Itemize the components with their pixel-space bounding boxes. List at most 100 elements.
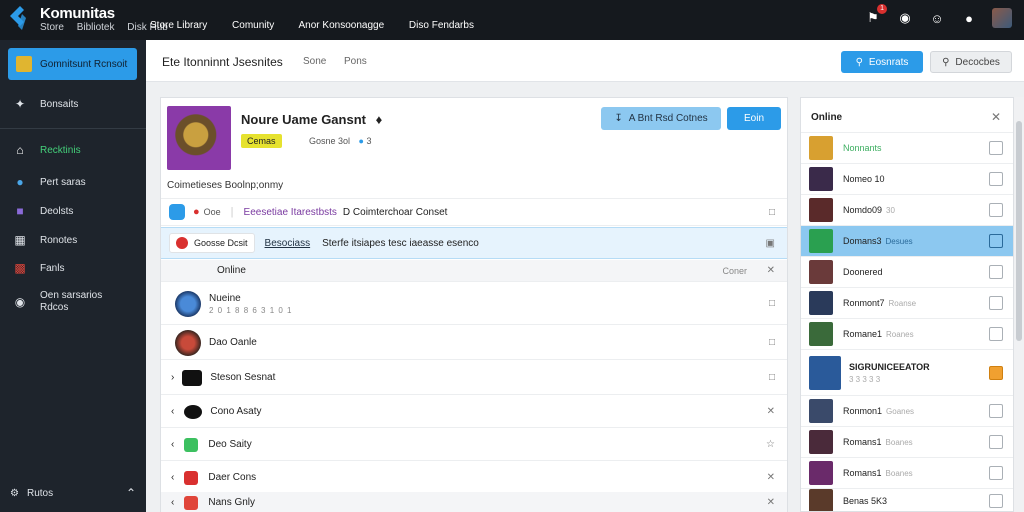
close-icon[interactable]: ✕ bbox=[991, 110, 1001, 124]
row-link[interactable]: Eeesetiae Itarestbsts bbox=[244, 207, 337, 218]
scrollbar[interactable] bbox=[1014, 97, 1024, 512]
tab-sone[interactable]: Sone bbox=[303, 56, 326, 67]
warning-icon[interactable] bbox=[989, 365, 1003, 380]
player-badge bbox=[184, 437, 199, 452]
subnav-library[interactable]: Bibliotek bbox=[77, 22, 115, 33]
list-item[interactable]: Nomeo 10 bbox=[801, 163, 1013, 194]
checkbox[interactable] bbox=[989, 466, 1003, 480]
checkbox[interactable] bbox=[989, 172, 1003, 186]
subnav-store[interactable]: Store bbox=[40, 22, 64, 33]
chevron-right-icon[interactable]: › bbox=[171, 372, 174, 383]
page-header: Ete Itonninnt Jsesnites Sone Pons ⚲ Eosn… bbox=[146, 40, 1024, 82]
player-row[interactable]: › Steson Sesnat □ bbox=[161, 361, 787, 395]
list-item[interactable]: Ronmon1 Goanes bbox=[801, 395, 1013, 426]
copy-icon[interactable]: □ bbox=[769, 337, 775, 348]
list-item[interactable]: Romans1 Boanes bbox=[801, 457, 1013, 488]
player-name: Dao Oanle bbox=[209, 337, 257, 348]
close-icon[interactable]: ✕ bbox=[767, 497, 775, 508]
sidebar-item-fanls[interactable]: ▩ Fanls bbox=[0, 260, 146, 276]
game-tag[interactable]: Cemas bbox=[241, 134, 282, 148]
server-pill[interactable]: Goosse Dcsit bbox=[169, 233, 255, 253]
list-item[interactable]: Ronmont7 Roanse bbox=[801, 287, 1013, 318]
chat-icon[interactable]: ● bbox=[960, 9, 978, 27]
sidebar-item-bonsaits[interactable]: ✦ Bonsaits bbox=[0, 96, 146, 112]
logo-icon[interactable] bbox=[6, 4, 34, 32]
sort-icon[interactable]: ✕ bbox=[767, 265, 775, 276]
nav-community[interactable]: Comunity bbox=[232, 20, 274, 31]
copy-icon[interactable]: □ bbox=[769, 207, 775, 218]
header-secondary-button[interactable]: ⚲ Decocbes bbox=[930, 51, 1012, 73]
item-sub: Boanes bbox=[885, 437, 913, 447]
sidebar-item-recktinis[interactable]: ⌂ Recktinis bbox=[0, 142, 146, 158]
player-row[interactable]: Dao Oanle □ bbox=[161, 326, 787, 360]
game-join-button[interactable]: Eoin bbox=[727, 107, 781, 130]
chevron-left-icon[interactable]: ‹ bbox=[171, 406, 174, 417]
item-name: Benas 5K3 bbox=[843, 496, 888, 506]
player-row[interactable]: ‹ Deo Saity ☆ bbox=[161, 429, 787, 461]
player-row[interactable]: ‹ Daer Cons ✕ bbox=[161, 462, 787, 494]
sidebar-item-sarsarios[interactable]: ◉ Oen sarsarios Rdcos bbox=[0, 290, 146, 314]
list-item[interactable]: Nomdo09 30 bbox=[801, 194, 1013, 225]
game-thumb bbox=[809, 355, 841, 390]
sidebar-primary-button[interactable]: Gomnitsunt Rcnsoit bbox=[8, 48, 137, 80]
item-sub: Roanes bbox=[886, 329, 914, 339]
game-light-button[interactable]: ↧ A Bnt Rsd Cotnes bbox=[601, 107, 721, 130]
brand-name[interactable]: Komunitas bbox=[40, 5, 115, 22]
checkbox[interactable] bbox=[989, 494, 1003, 508]
game-cover[interactable] bbox=[167, 106, 231, 170]
sidebar-item-pert-saras[interactable]: ● Pert saras bbox=[0, 174, 146, 190]
list-item-featured[interactable]: SIGRUNICEEATOR 3 3 3 3 3 bbox=[801, 349, 1013, 395]
shield-icon[interactable]: ♦ bbox=[376, 112, 383, 127]
sidebar: Gomnitsunt Rcnsoit ✦ Bonsaits ⌂ Recktini… bbox=[0, 40, 146, 512]
nav-store-library[interactable]: Store Library bbox=[150, 20, 207, 31]
checkbox[interactable] bbox=[989, 404, 1003, 418]
tab-pons[interactable]: Pons bbox=[344, 56, 367, 67]
nav-konsoonagge[interactable]: Anor Konsoonagge bbox=[299, 20, 385, 31]
checkbox[interactable] bbox=[989, 203, 1003, 217]
item-info: SIGRUNICEEATOR 3 3 3 3 3 bbox=[849, 362, 930, 384]
chevron-left-icon[interactable]: ‹ bbox=[171, 497, 174, 508]
player-row[interactable]: Nueine 2 0 1 8 8 6 3 1 0 1 □ bbox=[161, 283, 787, 325]
nav-fendarbs[interactable]: Diso Fendarbs bbox=[409, 20, 474, 31]
game-title-text: Noure Uame Gansnt bbox=[241, 112, 366, 127]
status-icon[interactable]: ◉ bbox=[896, 9, 914, 27]
star-icon[interactable]: ☆ bbox=[766, 439, 775, 450]
copy-icon[interactable]: □ bbox=[769, 372, 775, 383]
player-row[interactable]: ‹ Nans Gnly ✕ bbox=[161, 492, 787, 512]
chevron-up-icon[interactable]: ⌃ bbox=[126, 486, 136, 500]
highlight-row[interactable]: Goosse Dcsit Besociass Sterfe itsiapes t… bbox=[161, 227, 787, 259]
check-icon[interactable] bbox=[169, 204, 185, 220]
copy-icon[interactable]: □ bbox=[769, 298, 775, 309]
checkbox[interactable] bbox=[989, 234, 1003, 248]
list-item-selected[interactable]: Domans3 Desues bbox=[801, 225, 1013, 256]
sidebar-item-deolsts[interactable]: ■ Deolsts bbox=[0, 203, 146, 219]
checkbox[interactable] bbox=[989, 327, 1003, 341]
list-item[interactable]: Nonnants bbox=[801, 132, 1013, 163]
checkbox[interactable] bbox=[989, 296, 1003, 310]
sidebar-footer-label: Rutos bbox=[26, 487, 54, 499]
chat-bubble-icon: ◉ bbox=[14, 295, 26, 309]
sidebar-item-ronotes[interactable]: ▦ Ronotes bbox=[0, 232, 146, 248]
scrollbar-thumb[interactable] bbox=[1016, 121, 1022, 341]
list-item[interactable]: Doonered bbox=[801, 256, 1013, 287]
sidebar-footer[interactable]: ⚙ Rutos ⌃ bbox=[10, 486, 136, 500]
top-actions: ⚑ 1 ◉ ☺ ● bbox=[864, 4, 1012, 30]
close-icon[interactable]: ✕ bbox=[767, 406, 775, 417]
checkbox[interactable] bbox=[989, 435, 1003, 449]
friends-icon[interactable]: ☺ bbox=[928, 9, 946, 27]
notifications-icon[interactable]: ⚑ 1 bbox=[864, 4, 887, 27]
chevron-left-icon[interactable]: ‹ bbox=[171, 439, 174, 450]
checkbox[interactable] bbox=[989, 265, 1003, 279]
user-avatar[interactable] bbox=[992, 8, 1012, 28]
player-row[interactable]: ‹ Cono Asaty ✕ bbox=[161, 396, 787, 428]
chevron-left-icon[interactable]: ‹ bbox=[171, 472, 174, 483]
list-item[interactable]: Romans1 Boanes bbox=[801, 426, 1013, 457]
header-primary-button[interactable]: ⚲ Eosnrats bbox=[841, 51, 923, 73]
lock-icon[interactable]: ▣ bbox=[766, 238, 775, 249]
game-icon: ■ bbox=[16, 204, 24, 218]
list-item[interactable]: Romane1 Roanes bbox=[801, 318, 1013, 349]
highlight-link[interactable]: Besociass bbox=[265, 238, 311, 249]
close-icon[interactable]: ✕ bbox=[767, 472, 775, 483]
checkbox[interactable] bbox=[989, 141, 1003, 155]
list-item[interactable]: Benas 5K3 bbox=[801, 488, 1013, 511]
